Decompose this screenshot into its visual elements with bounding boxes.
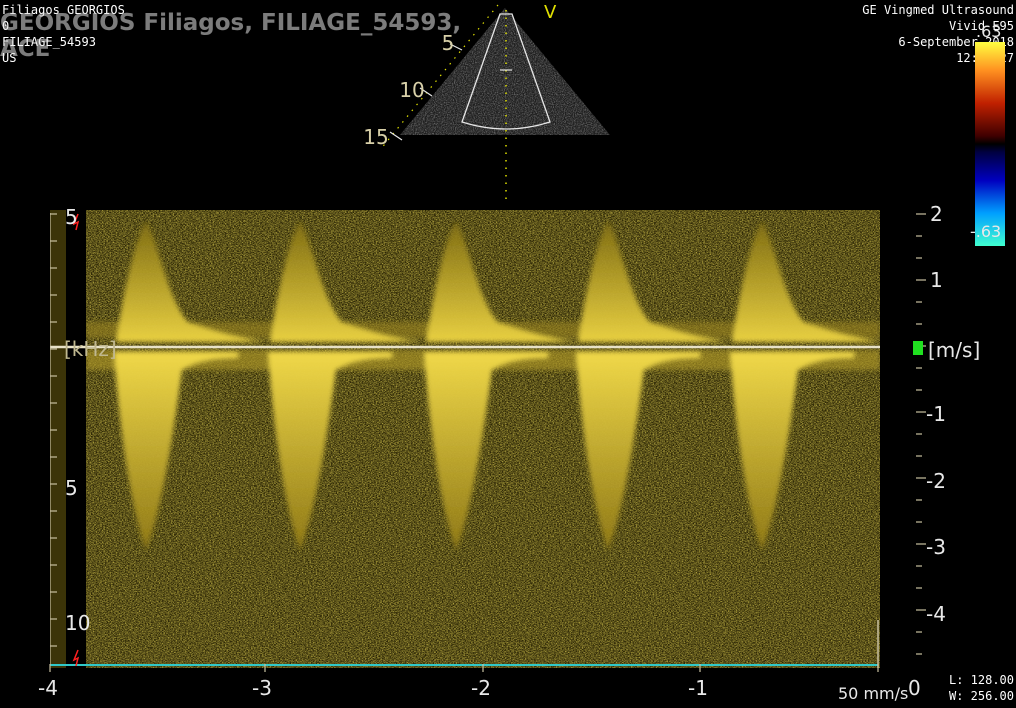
color-scale-min: -.63: [970, 222, 1002, 241]
left-tick-bottom: 10: [65, 611, 91, 635]
right-tick-neg2: -2: [926, 469, 946, 493]
right-tick-neg4: -4: [926, 602, 946, 626]
time-tick-0: 0: [908, 676, 921, 700]
color-scale-max: .63: [976, 22, 1002, 41]
left-axis-unit: [kHz]: [64, 337, 117, 361]
sector-thumbnail: 5 10 15: [363, 4, 610, 205]
level-value: L: 128.00: [948, 673, 1014, 687]
time-tick-neg4: -4: [38, 676, 58, 700]
right-tick-2: 2: [930, 202, 943, 226]
vendor: GE Vingmed Ultrasound: [862, 3, 1014, 17]
left-tick-top: 5: [65, 205, 78, 229]
depth-label-15: 15: [363, 125, 388, 149]
color-scale-bar: [975, 42, 1005, 246]
time-tick-neg1: -1: [688, 676, 708, 700]
frequency-ticks: [50, 213, 57, 647]
right-tick-1: 1: [930, 268, 943, 292]
sweep-speed: 50 mm/s: [838, 684, 909, 703]
right-tick-neg1: -1: [926, 402, 946, 426]
window-level: L: 128.00 W: 256.00: [949, 672, 1014, 704]
doppler-spectrum: [50, 210, 880, 668]
time-ticks: [49, 664, 879, 672]
depth-label-5: 5: [442, 31, 455, 55]
left-tick-mid: 5: [65, 476, 78, 500]
right-axis-unit: [m/s]: [928, 338, 981, 362]
time-tick-neg3: -3: [252, 676, 272, 700]
baseline-marker[interactable]: [913, 341, 923, 355]
depth-label-10: 10: [399, 78, 424, 102]
width-value: W: 256.00: [948, 689, 1014, 703]
color-scale: .63 -.63: [970, 20, 1016, 246]
time-tick-neg2: -2: [471, 676, 491, 700]
right-tick-neg3: -3: [926, 535, 946, 559]
overlay-patient-suffix: ACE: [0, 36, 51, 62]
